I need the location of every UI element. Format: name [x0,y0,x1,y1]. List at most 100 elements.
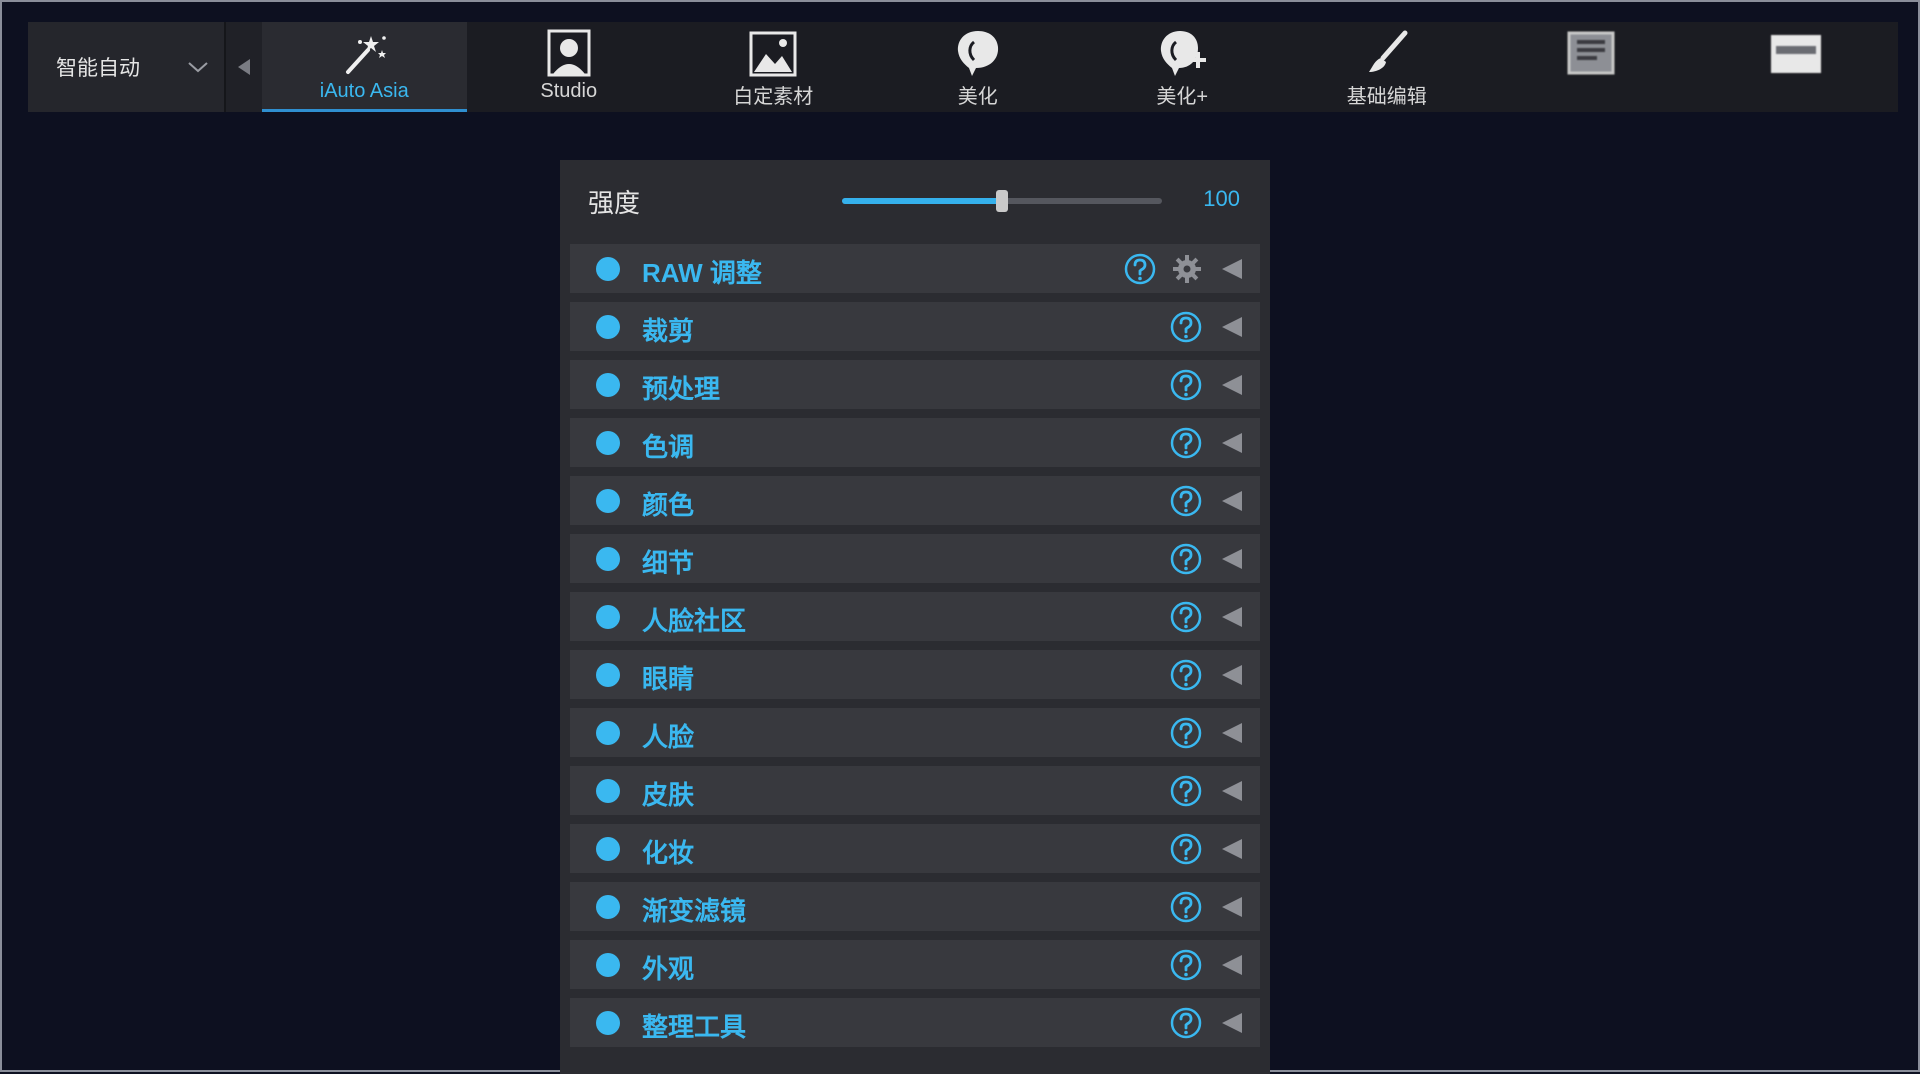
tab-custom-material[interactable]: 白定素材 [671,22,876,112]
module-row[interactable]: 人脸社区 [570,592,1260,641]
module-label: 眼睛 [642,664,695,694]
module-label: 外观 [642,954,695,984]
tab-label: iAuto Asia [319,80,409,102]
module-toggle-dot[interactable] [596,895,620,919]
tab-studio[interactable]: Studio [467,22,672,112]
expand-triangle-icon[interactable] [1220,721,1244,745]
module-row[interactable]: 预处理 [570,360,1260,409]
module-toggle-dot[interactable] [596,431,620,455]
help-icon[interactable] [1170,659,1202,691]
gear-icon[interactable] [1172,254,1202,284]
module-label: 人脸社区 [642,606,747,636]
brush-icon [1361,28,1413,80]
module-row[interactable]: 细节 [570,534,1260,583]
magic-wand-icon [338,28,390,80]
triangle-left-icon [238,59,250,75]
expand-triangle-icon[interactable] [1220,663,1244,687]
module-row[interactable]: 眼睛 [570,650,1260,699]
tab-label: 白定素材 [733,86,814,108]
landscape-image-icon [747,28,799,80]
expand-triangle-icon[interactable] [1220,779,1244,803]
help-icon[interactable] [1170,485,1202,517]
face-profile-icon [952,28,1004,80]
slider-thumb[interactable] [996,190,1008,212]
window-icon [1770,28,1822,80]
app-window: 智能自动 iAuto Asia Studio 白定素材 美化 美化+ 基础编辑 … [0,0,1920,1074]
expand-triangle-icon[interactable] [1220,315,1244,339]
help-icon[interactable] [1170,543,1202,575]
help-icon[interactable] [1170,1007,1202,1039]
help-icon[interactable] [1170,311,1202,343]
strength-label: 强度 [588,187,641,218]
tab-blurred-2[interactable] [1694,22,1899,112]
module-row[interactable]: 色调 [570,418,1260,467]
slider-fill [842,198,1002,204]
module-row[interactable]: 外观 [570,940,1260,989]
module-toggle-dot[interactable] [596,489,620,513]
tab-label: 美化+ [1156,86,1209,108]
module-toggle-dot[interactable] [596,953,620,977]
expand-triangle-icon[interactable] [1220,431,1244,455]
help-icon[interactable] [1170,717,1202,749]
module-label: 预处理 [642,374,721,404]
chevron-down-icon [186,55,210,79]
module-row[interactable]: RAW 调整 [570,244,1260,293]
module-toggle-dot[interactable] [596,373,620,397]
module-row[interactable]: 化妆 [570,824,1260,873]
help-icon[interactable] [1170,427,1202,459]
tab-blurred-1[interactable] [1489,22,1694,112]
help-icon[interactable] [1170,775,1202,807]
module-toggle-dot[interactable] [596,779,620,803]
help-icon[interactable] [1170,891,1202,923]
expand-triangle-icon[interactable] [1220,837,1244,861]
tab-iauto-asia[interactable]: iAuto Asia [262,22,467,112]
expand-triangle-icon[interactable] [1220,547,1244,571]
help-icon[interactable] [1124,253,1156,285]
module-toggle-dot[interactable] [596,257,620,281]
scroll-left-button[interactable] [224,22,262,112]
expand-triangle-icon[interactable] [1220,373,1244,397]
module-toggle-dot[interactable] [596,837,620,861]
expand-triangle-icon[interactable] [1220,605,1244,629]
module-list: RAW 调整裁剪预处理色调颜色细节人脸社区眼睛人脸皮肤化妆渐变滤镜外观整理工具 [570,244,1260,1056]
strength-slider[interactable] [842,190,1162,212]
module-label: 色调 [642,432,695,462]
tab-beautify[interactable]: 美化 [876,22,1081,112]
mode-dropdown[interactable]: 智能自动 [28,22,224,112]
face-profile-plus-icon [1156,28,1208,80]
tab-label: Studio [540,80,598,102]
module-toggle-dot[interactable] [596,663,620,687]
expand-triangle-icon[interactable] [1220,257,1244,281]
module-row[interactable]: 整理工具 [570,998,1260,1047]
expand-triangle-icon[interactable] [1220,895,1244,919]
preset-toolbar: 智能自动 iAuto Asia Studio 白定素材 美化 美化+ 基础编辑 [28,22,1898,112]
settings-panel: 强度 100 RAW 调整 裁剪 预处理 色调 颜色 细节 人脸社区 眼睛 人脸 皮肤 化妆 渐变滤镜… [560,160,1270,1074]
module-label: 化妆 [642,838,695,868]
module-label: 细节 [642,548,695,578]
module-toggle-dot[interactable] [596,721,620,745]
tab-beautify-plus[interactable]: 美化+ [1080,22,1285,112]
mode-dropdown-label: 智能自动 [56,57,140,80]
module-row[interactable]: 裁剪 [570,302,1260,351]
expand-triangle-icon[interactable] [1220,953,1244,977]
module-label: 人脸 [642,722,695,752]
module-row[interactable]: 颜色 [570,476,1260,525]
module-toggle-dot[interactable] [596,605,620,629]
module-label: 裁剪 [642,316,695,346]
module-label: 颜色 [642,490,695,520]
module-toggle-dot[interactable] [596,547,620,571]
expand-triangle-icon[interactable] [1220,1011,1244,1035]
tab-basic-edit[interactable]: 基础编辑 [1285,22,1490,112]
help-icon[interactable] [1170,601,1202,633]
module-toggle-dot[interactable] [596,315,620,339]
module-row[interactable]: 人脸 [570,708,1260,757]
module-toggle-dot[interactable] [596,1011,620,1035]
help-icon[interactable] [1170,833,1202,865]
help-icon[interactable] [1170,949,1202,981]
expand-triangle-icon[interactable] [1220,489,1244,513]
module-label: 渐变滤镜 [642,896,747,926]
help-icon[interactable] [1170,369,1202,401]
module-row[interactable]: 皮肤 [570,766,1260,815]
portrait-icon [543,28,595,80]
module-row[interactable]: 渐变滤镜 [570,882,1260,931]
